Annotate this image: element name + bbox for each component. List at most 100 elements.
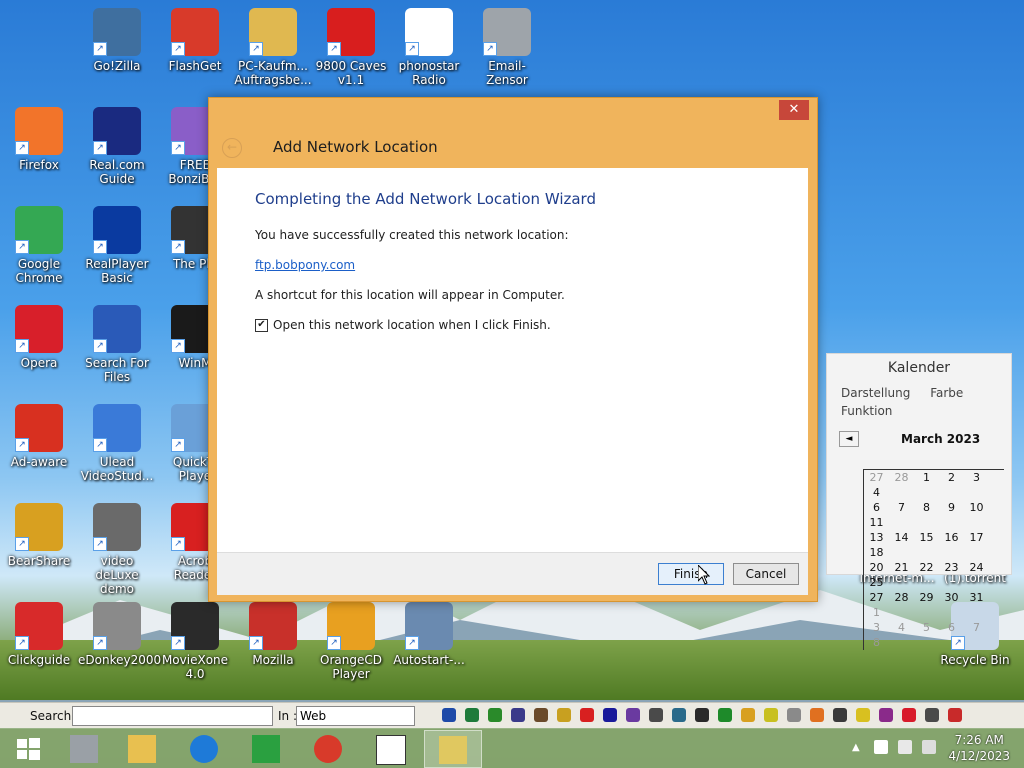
- desktop-icon[interactable]: ↗ Google Chrome: [0, 206, 78, 285]
- calendar-day[interactable]: 28: [889, 590, 914, 605]
- desktop-icon[interactable]: ↗ FlashGet: [156, 8, 234, 73]
- desktop-icon[interactable]: ↗ 9800 Caves v1.1: [312, 8, 390, 87]
- desktop-icon[interactable]: ↗ Mozilla: [234, 602, 312, 667]
- taskbar-network-app[interactable]: [56, 730, 112, 766]
- calendar-day[interactable]: 8: [914, 500, 939, 515]
- calendar-day[interactable]: 30: [939, 590, 964, 605]
- search-scope-select[interactable]: Web: [296, 706, 415, 726]
- menu-funktion[interactable]: Funktion: [841, 404, 979, 418]
- taskbar-ie[interactable]: [176, 730, 232, 766]
- toolbar-tool-icon[interactable]: [442, 708, 456, 722]
- taskbar-store[interactable]: [238, 730, 294, 766]
- calendar-day[interactable]: 25: [864, 575, 889, 590]
- desktop-icon[interactable]: ↗ OrangeCD Player: [312, 602, 390, 681]
- desktop-icon[interactable]: ↗ Firefox: [0, 107, 78, 172]
- toolbar-tool-icon[interactable]: [741, 708, 755, 722]
- calendar-day[interactable]: 24: [964, 560, 989, 575]
- open-location-checkbox[interactable]: ✔ Open this network location when I clic…: [255, 318, 551, 332]
- calendar-day[interactable]: 7: [964, 620, 989, 635]
- toolbar-tool-icon[interactable]: [833, 708, 847, 722]
- calendar-day[interactable]: 11: [864, 515, 889, 530]
- toolbar-tool-icon[interactable]: [488, 708, 502, 722]
- desktop-icon[interactable]: ↗ phonostar Radio: [390, 8, 468, 87]
- calendar-day[interactable]: 22: [914, 560, 939, 575]
- toolbar-tool-icon[interactable]: [695, 708, 709, 722]
- taskbar-explorer[interactable]: [114, 730, 170, 766]
- desktop-icon[interactable]: ↗ Autostart-...: [390, 602, 468, 667]
- toolbar-tool-icon[interactable]: [902, 708, 916, 722]
- menu-farbe[interactable]: Farbe: [930, 386, 963, 400]
- search-input[interactable]: [72, 706, 273, 726]
- desktop-icon[interactable]: ↗ Clickguide: [0, 602, 78, 667]
- desktop-icon[interactable]: ↗ RealPlayer Basic: [78, 206, 156, 285]
- calendar-day[interactable]: 31: [964, 590, 989, 605]
- desktop-icon[interactable]: ↗ Real.com Guide: [78, 107, 156, 186]
- calendar-day[interactable]: 6: [864, 500, 889, 515]
- desktop-icon[interactable]: ↗ Opera: [0, 305, 78, 370]
- toolbar-tool-icon[interactable]: [948, 708, 962, 722]
- finish-button[interactable]: Finish: [658, 563, 724, 585]
- calendar-day[interactable]: 18: [864, 545, 889, 560]
- calendar-day[interactable]: 6: [939, 620, 964, 635]
- toolbar-tool-icon[interactable]: [925, 708, 939, 722]
- desktop-icon[interactable]: ↗ Go!Zilla: [78, 8, 156, 73]
- toolbar-tool-icon[interactable]: [879, 708, 893, 722]
- calendar-day[interactable]: 10: [964, 500, 989, 515]
- toolbar-tool-icon[interactable]: [649, 708, 663, 722]
- action-center-flag-icon[interactable]: [874, 740, 888, 754]
- taskbar-document[interactable]: [362, 730, 418, 766]
- calendar-day[interactable]: 5: [914, 620, 939, 635]
- desktop-icon[interactable]: ↗ BearShare: [0, 503, 78, 568]
- calendar-day[interactable]: 3: [964, 470, 989, 485]
- calendar-day[interactable]: 15: [914, 530, 939, 545]
- desktop-icon[interactable]: ↗ eDonkey2000: [78, 602, 161, 667]
- calendar-day[interactable]: 20: [864, 560, 889, 575]
- toolbar-tool-icon[interactable]: [626, 708, 640, 722]
- toolbar-tool-icon[interactable]: [856, 708, 870, 722]
- network-tray-icon[interactable]: [898, 740, 912, 754]
- calendar-day[interactable]: 29: [914, 590, 939, 605]
- desktop-icon[interactable]: ↗ Ad-aware: [0, 404, 78, 469]
- desktop-icon[interactable]: ↗ Search For Files: [78, 305, 156, 384]
- calendar-day[interactable]: 2: [939, 470, 964, 485]
- taskbar-chrome[interactable]: [300, 730, 356, 766]
- location-link[interactable]: ftp.bobpony.com: [255, 258, 355, 272]
- volume-muted-icon[interactable]: [922, 740, 936, 754]
- toolbar-tool-icon[interactable]: [810, 708, 824, 722]
- calendar-day[interactable]: 23: [939, 560, 964, 575]
- calendar-day[interactable]: 7: [889, 500, 914, 515]
- desktop-icon[interactable]: ↗ Ulead VideoStud...: [78, 404, 156, 483]
- desktop-icon[interactable]: ↗ MovieXone 4.0: [156, 602, 234, 681]
- calendar-day[interactable]: 4: [864, 485, 889, 500]
- toolbar-tool-icon[interactable]: [511, 708, 525, 722]
- calendar-day[interactable]: 21: [889, 560, 914, 575]
- desktop-icon[interactable]: ↗ PC-Kaufm... Auftragsbe...: [234, 8, 312, 87]
- cancel-button[interactable]: Cancel: [733, 563, 799, 585]
- calendar-day[interactable]: 27: [864, 470, 889, 485]
- toolbar-tool-icon[interactable]: [603, 708, 617, 722]
- calendar-day[interactable]: 1: [914, 470, 939, 485]
- prev-month-button[interactable]: ◄: [839, 431, 859, 447]
- calendar-day[interactable]: 27: [864, 590, 889, 605]
- toolbar-tool-icon[interactable]: [764, 708, 778, 722]
- menu-darstellung[interactable]: Darstellung: [841, 386, 910, 400]
- checkbox-mark[interactable]: ✔: [255, 318, 268, 332]
- calendar-day[interactable]: 9: [939, 500, 964, 515]
- show-hidden-icons-chevron-icon[interactable]: ▲: [852, 742, 860, 753]
- calendar-day[interactable]: 28: [889, 470, 914, 485]
- calendar-day[interactable]: 1: [864, 605, 889, 620]
- calendar-day[interactable]: 16: [939, 530, 964, 545]
- close-button[interactable]: ✕: [779, 100, 809, 120]
- toolbar-tool-icon[interactable]: [672, 708, 686, 722]
- toolbar-tool-icon[interactable]: [557, 708, 571, 722]
- toolbar-tool-icon[interactable]: [465, 708, 479, 722]
- calendar-day[interactable]: 8: [864, 635, 889, 650]
- calendar-day[interactable]: 17: [964, 530, 989, 545]
- system-clock[interactable]: 7:26 AM 4/12/2023: [948, 732, 1010, 764]
- desktop-icon[interactable]: ↗ video deLuxe demo: [78, 503, 156, 596]
- taskbar-network-wizard[interactable]: [424, 730, 482, 768]
- toolbar-tool-icon[interactable]: [580, 708, 594, 722]
- toolbar-tool-icon[interactable]: [534, 708, 548, 722]
- calendar-day[interactable]: 14: [889, 530, 914, 545]
- start-button[interactable]: [0, 730, 56, 766]
